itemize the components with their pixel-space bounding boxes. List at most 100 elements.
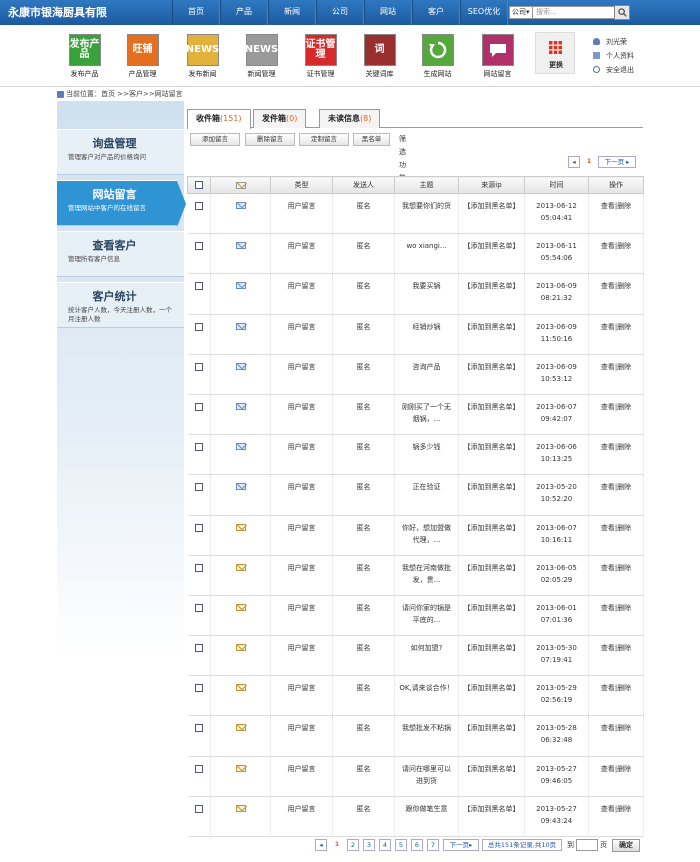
delete-link[interactable]: |删除 (615, 363, 631, 371)
tab-outbox[interactable]: 发件箱(0) (253, 109, 307, 128)
topic-cell[interactable]: OK,请来谈合作！ (394, 675, 459, 717)
topic-cell[interactable]: wo xiangi... (394, 233, 459, 275)
add-message-button[interactable]: 添加留言 (190, 133, 240, 146)
view-link[interactable]: 查看 (601, 805, 615, 813)
page-number-button[interactable]: 3 (363, 839, 375, 851)
table-row[interactable]: 用户留言 匿名 锅多少钱 【添加到黑名单】 2013-06-06 10:13:25 查看|删… (187, 434, 644, 476)
prev-page-button[interactable]: ◂ (568, 156, 580, 168)
select-all-checkbox[interactable] (195, 181, 203, 189)
goto-page-input[interactable] (576, 839, 598, 851)
view-link[interactable]: 查看 (601, 323, 615, 331)
view-link[interactable]: 查看 (601, 644, 615, 652)
table-row[interactable]: 用户留言 匿名 正在验证 【添加到黑名单】 2013-05-20 10:52:20 查看|删… (187, 474, 644, 516)
table-row[interactable]: 用户留言 匿名 咨询产品 【添加到黑名单】 2013-06-09 10:53:12 查看|删… (187, 354, 644, 395)
delete-link[interactable]: |删除 (615, 805, 631, 813)
view-link[interactable]: 查看 (601, 483, 615, 491)
filter-label[interactable]: 筛选功能 (399, 133, 406, 182)
table-row[interactable]: 用户留言 匿名 我想要你们的货 【添加到黑名单】 2013-06-12 05:04:41 查… (187, 193, 644, 235)
next-page-button[interactable]: 下一页 ▸ (598, 156, 636, 168)
row-checkbox[interactable] (194, 764, 203, 773)
delete-link[interactable]: |删除 (615, 765, 631, 773)
view-link[interactable]: 查看 (601, 242, 615, 250)
view-link[interactable]: 查看 (601, 724, 615, 732)
view-link[interactable]: 查看 (601, 363, 615, 371)
page-number-button[interactable]: 2 (347, 839, 359, 851)
search-button[interactable] (614, 5, 630, 20)
delete-link[interactable]: |删除 (615, 524, 631, 532)
page-number-button[interactable]: 5 (395, 839, 407, 851)
view-link[interactable]: 查看 (601, 443, 615, 451)
topic-cell[interactable]: 如何加盟? (394, 635, 459, 677)
view-link[interactable]: 查看 (601, 282, 615, 290)
toolbar-item[interactable]: 网站留言 (470, 34, 525, 79)
page-number-button[interactable]: 4 (379, 839, 391, 851)
view-link[interactable]: 查看 (601, 564, 615, 572)
table-row[interactable]: 用户留言 匿名 跟你做笔生意 【添加到黑名单】 2013-05-27 09:43:24 查看… (187, 796, 644, 838)
add-to-blacklist-link[interactable]: 【添加到黑名单】 (458, 233, 525, 275)
tab-inbox[interactable]: 收件箱(151) (187, 109, 251, 129)
row-checkbox[interactable] (194, 644, 203, 653)
tab-unread[interactable]: 未读信息(8) (319, 109, 381, 128)
toolbar-item[interactable]: 发布产品 发布产品 (57, 34, 112, 79)
table-row[interactable]: 用户留言 匿名 请问在哪里可以进到货 【添加到黑名单】 2013-05-27 09:46:… (187, 756, 644, 797)
add-to-blacklist-link[interactable]: 【添加到黑名单】 (458, 314, 525, 355)
sidebar-item[interactable]: 客户统计 统计客户人数，今天注册人数，一个月注册人数 (57, 282, 184, 328)
delete-link[interactable]: |删除 (615, 282, 631, 290)
row-checkbox[interactable] (194, 523, 203, 532)
row-checkbox[interactable] (194, 724, 203, 733)
delete-link[interactable]: |删除 (615, 242, 631, 250)
add-to-blacklist-link[interactable]: 【添加到黑名单】 (458, 193, 525, 235)
add-to-blacklist-link[interactable]: 【添加到黑名单】 (458, 394, 525, 436)
prev-page-button[interactable]: ◂ (315, 839, 327, 851)
delete-link[interactable]: |删除 (615, 483, 631, 491)
view-link[interactable]: 查看 (601, 202, 615, 210)
next-page-button[interactable]: 下一页▸ (443, 839, 479, 851)
topic-cell[interactable]: 正在验证 (394, 474, 459, 516)
row-checkbox[interactable] (194, 684, 203, 693)
add-to-blacklist-link[interactable]: 【添加到黑名单】 (458, 474, 525, 516)
top-nav-item[interactable]: 网站 (364, 0, 412, 25)
toolbar-item[interactable]: 旺铺 产品管理 (115, 34, 170, 79)
row-checkbox[interactable] (194, 282, 203, 291)
toolbar-item[interactable]: NEWS 新闻管理 (234, 34, 289, 79)
delete-link[interactable]: |删除 (615, 202, 631, 210)
view-link[interactable]: 查看 (601, 403, 615, 411)
table-row[interactable]: 用户留言 匿名 你好，想加盟做代理，... 【添加到黑名单】 2013-06-07 10:… (187, 515, 644, 556)
view-link[interactable]: 查看 (601, 524, 615, 532)
delete-link[interactable]: |删除 (615, 724, 631, 732)
toolbar-item[interactable]: 词关键词库 (352, 34, 407, 79)
top-nav-item[interactable]: 公司 (316, 0, 364, 25)
view-link[interactable]: 查看 (601, 604, 615, 612)
top-nav-item[interactable]: SEO优化 (460, 0, 508, 25)
topic-cell[interactable]: 经销炒锅 (394, 314, 459, 355)
table-row[interactable]: 用户留言 匿名 请问你家的锅是平底的... 【添加到黑名单】 2013-06-01 07:… (187, 595, 644, 637)
row-checkbox[interactable] (194, 362, 203, 371)
row-checkbox[interactable] (194, 804, 203, 813)
delete-link[interactable]: |删除 (615, 684, 631, 692)
topic-cell[interactable]: 咨询产品 (394, 354, 459, 395)
topic-cell[interactable]: 我要买锅 (394, 273, 459, 315)
sidebar-item[interactable]: 询盘管理 管理客户对产品的价格询问 (57, 129, 184, 175)
row-checkbox[interactable] (194, 322, 203, 331)
row-checkbox[interactable] (194, 242, 203, 251)
row-checkbox[interactable] (194, 603, 203, 612)
topic-cell[interactable]: 请问在哪里可以进到货 (394, 756, 459, 797)
profile-link[interactable]: 个人资料 (590, 49, 700, 63)
delete-message-button[interactable]: 删除留言 (245, 133, 295, 146)
sidebar-item[interactable]: 查看客户 管理所有客户信息 (57, 231, 184, 277)
add-to-blacklist-link[interactable]: 【添加到黑名单】 (458, 354, 525, 395)
page-number-button[interactable]: 6 (411, 839, 423, 851)
add-to-blacklist-link[interactable]: 【添加到黑名单】 (458, 796, 525, 838)
add-to-blacklist-link[interactable]: 【添加到黑名单】 (458, 635, 525, 677)
table-row[interactable]: 用户留言 匿名 OK,请来谈合作！ 【添加到黑名单】 2013-05-29 02:56:1… (187, 675, 644, 717)
topic-cell[interactable]: 我想批发不粘锅 (394, 715, 459, 757)
top-nav-item[interactable]: 新闻 (268, 0, 316, 25)
view-link[interactable]: 查看 (601, 684, 615, 692)
row-checkbox[interactable] (194, 402, 203, 411)
row-checkbox[interactable] (194, 443, 203, 452)
delete-link[interactable]: |删除 (615, 564, 631, 572)
row-checkbox[interactable] (194, 483, 203, 492)
topic-cell[interactable]: 我想要你们的货 (394, 193, 459, 235)
blacklist-button[interactable]: 黑名单 (353, 133, 390, 146)
add-to-blacklist-link[interactable]: 【添加到黑名单】 (458, 515, 525, 556)
